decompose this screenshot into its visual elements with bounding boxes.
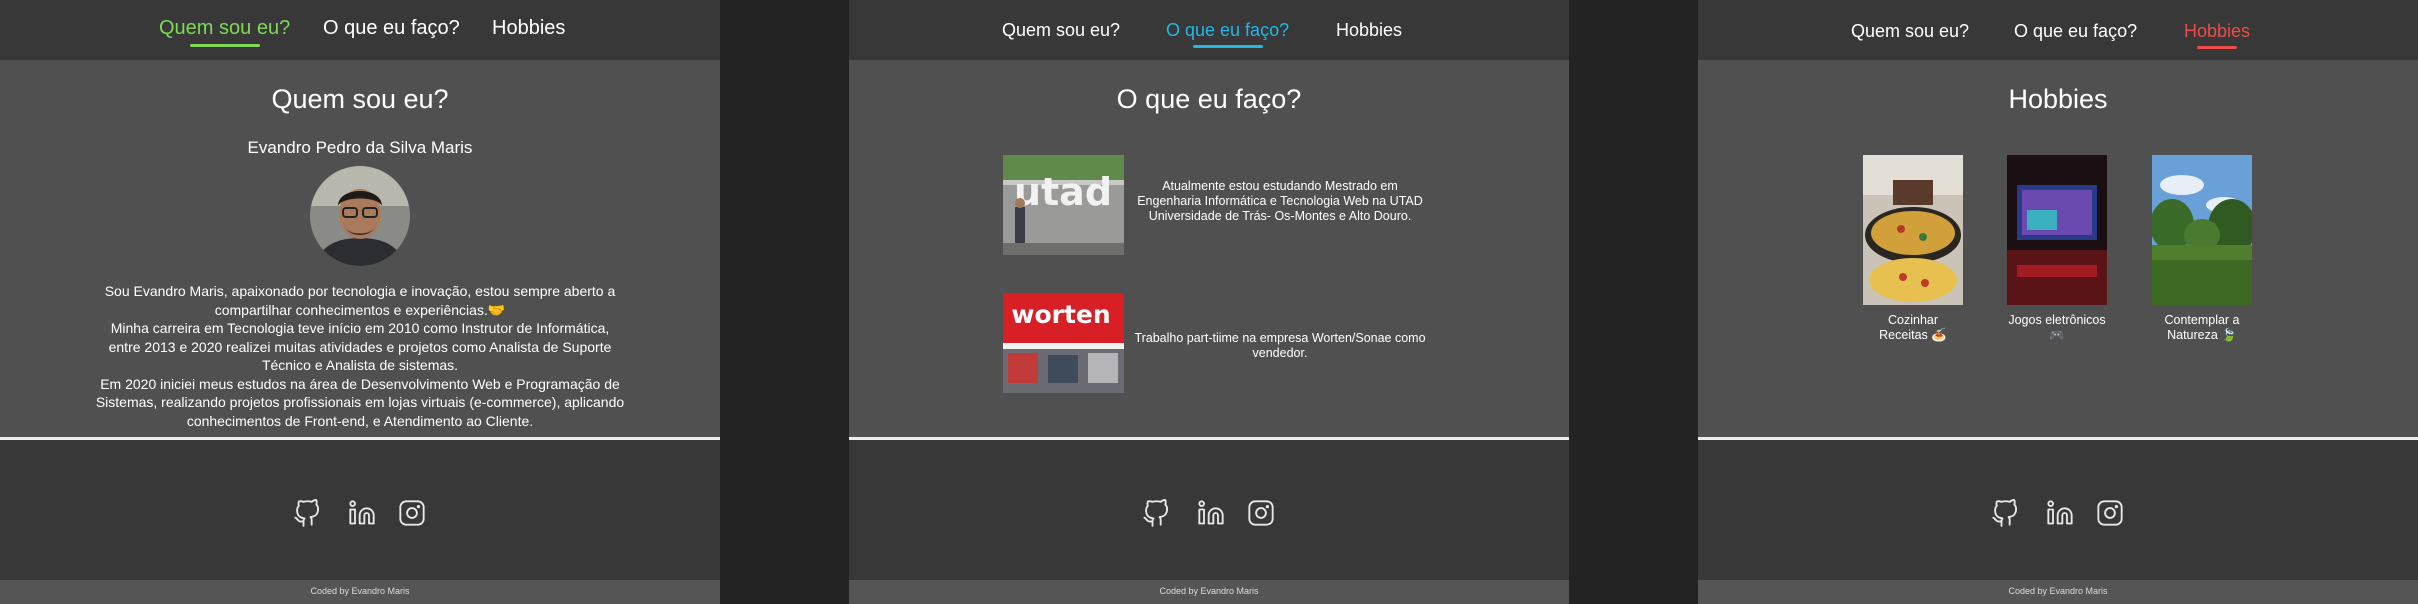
nav-active-underline: [1192, 45, 1263, 48]
nav-work-label: O que eu faço?: [1166, 20, 1290, 40]
nav-work-link[interactable]: O que eu faço?: [2014, 21, 2137, 42]
worten-image: worten: [1003, 293, 1124, 393]
nav-about-label: Quem sou eu?: [159, 17, 291, 39]
hobby-caption: Cozinhar Receitas 🍝: [1879, 313, 1947, 342]
nav-about-label: Quem sou eu?: [1002, 20, 1121, 40]
hobby-cooking-image: [1863, 155, 1963, 305]
about-text: Sou Evandro Maris, apaixonado por tecnol…: [95, 282, 625, 430]
credit-text: Coded by Evandro Maris: [310, 586, 410, 596]
avatar: [310, 166, 410, 266]
hobby-card: Cozinhar Receitas 🍝: [1863, 155, 1963, 343]
footer: [849, 437, 1569, 583]
nav-active-underline: [189, 44, 260, 47]
footer: [0, 437, 720, 583]
page-title: O que eu faço?: [1116, 84, 1302, 114]
hobby-caption: Contemplar a Natureza 🍃: [2164, 313, 2240, 342]
credit-text: Coded by Evandro Maris: [1159, 586, 1259, 596]
instagram-icon[interactable]: [1247, 499, 1275, 527]
github-icon[interactable]: [1142, 499, 1170, 527]
nav-work-label: O que eu faço?: [323, 17, 460, 39]
hobby-caption: Jogos eletrônicos 🎮: [2008, 313, 2106, 342]
utad-logo-text: utad: [1014, 170, 1112, 214]
nav-about-label: Quem sou eu?: [1851, 21, 1970, 41]
nav-about-link[interactable]: Quem sou eu?: [1851, 21, 1969, 42]
about-paragraph: Sou Evandro Maris, apaixonado por tecnol…: [104, 283, 616, 318]
nav-about-link[interactable]: Quem sou eu?: [1002, 20, 1120, 41]
navbar: Quem sou eu? O que eu faço? Hobbies: [0, 0, 720, 60]
worten-logo-text: worten: [1011, 300, 1110, 329]
navbar: Quem sou eu? O que eu faço? Hobbies: [849, 0, 1569, 60]
nav-work-link[interactable]: O que eu faço?: [323, 17, 460, 40]
about-paragraph: Minha carreira em Tecnologia teve início…: [108, 320, 612, 373]
page-title: Hobbies: [2008, 84, 2108, 114]
page-title: Quem sou eu?: [271, 84, 449, 114]
about-page: Quem sou eu? O que eu faço? Hobbies Quem…: [0, 0, 720, 604]
worten-description: Trabalho part-tiime na empresa Worten/So…: [1134, 331, 1426, 360]
nav-hobbies-label: Hobbies: [492, 17, 566, 39]
nav-hobbies-label: Hobbies: [1336, 20, 1403, 40]
instagram-icon[interactable]: [398, 499, 426, 527]
hobbies-page: Quem sou eu? O que eu faço? Hobbies Hobb…: [1698, 0, 2418, 604]
instagram-icon[interactable]: [2096, 499, 2124, 527]
credit-text: Coded by Evandro Maris: [2008, 586, 2108, 596]
linkedin-icon[interactable]: [2046, 499, 2074, 527]
credit-bar: Coded by Evandro Maris: [0, 580, 720, 604]
nav-about-link[interactable]: Quem sou eu?: [159, 17, 291, 47]
nav-hobbies-label: Hobbies: [2184, 21, 2251, 41]
hobby-card: Jogos eletrônicos 🎮: [2007, 155, 2107, 343]
nav-work-link[interactable]: O que eu faço?: [1166, 20, 1290, 48]
utad-image: utad: [1003, 155, 1124, 255]
navbar: Quem sou eu? O que eu faço? Hobbies: [1698, 0, 2418, 60]
nav-work-label: O que eu faço?: [2014, 21, 2138, 41]
profile-name: Evandro Pedro da Silva Maris: [247, 138, 473, 157]
credit-bar: Coded by Evandro Maris: [1698, 580, 2418, 604]
hobby-card: Contemplar a Natureza 🍃: [2152, 155, 2252, 343]
hobby-gaming-image: [2007, 155, 2107, 305]
utad-description: Atualmente estou estudando Mestrado em E…: [1137, 179, 1423, 223]
nav-hobbies-link[interactable]: Hobbies: [1336, 20, 1402, 41]
github-icon[interactable]: [293, 499, 321, 527]
linkedin-icon[interactable]: [1197, 499, 1225, 527]
nav-active-underline: [2197, 46, 2238, 49]
nav-hobbies-link[interactable]: Hobbies: [2184, 21, 2251, 49]
github-icon[interactable]: [1991, 499, 2019, 527]
footer: [1698, 437, 2418, 583]
credit-bar: Coded by Evandro Maris: [849, 580, 1569, 604]
linkedin-icon[interactable]: [348, 499, 376, 527]
hobby-nature-image: [2152, 155, 2252, 305]
nav-hobbies-link[interactable]: Hobbies: [492, 17, 565, 40]
work-page: Quem sou eu? O que eu faço? Hobbies O qu…: [849, 0, 1569, 604]
about-paragraph: Em 2020 iniciei meus estudos na área de …: [95, 375, 625, 429]
